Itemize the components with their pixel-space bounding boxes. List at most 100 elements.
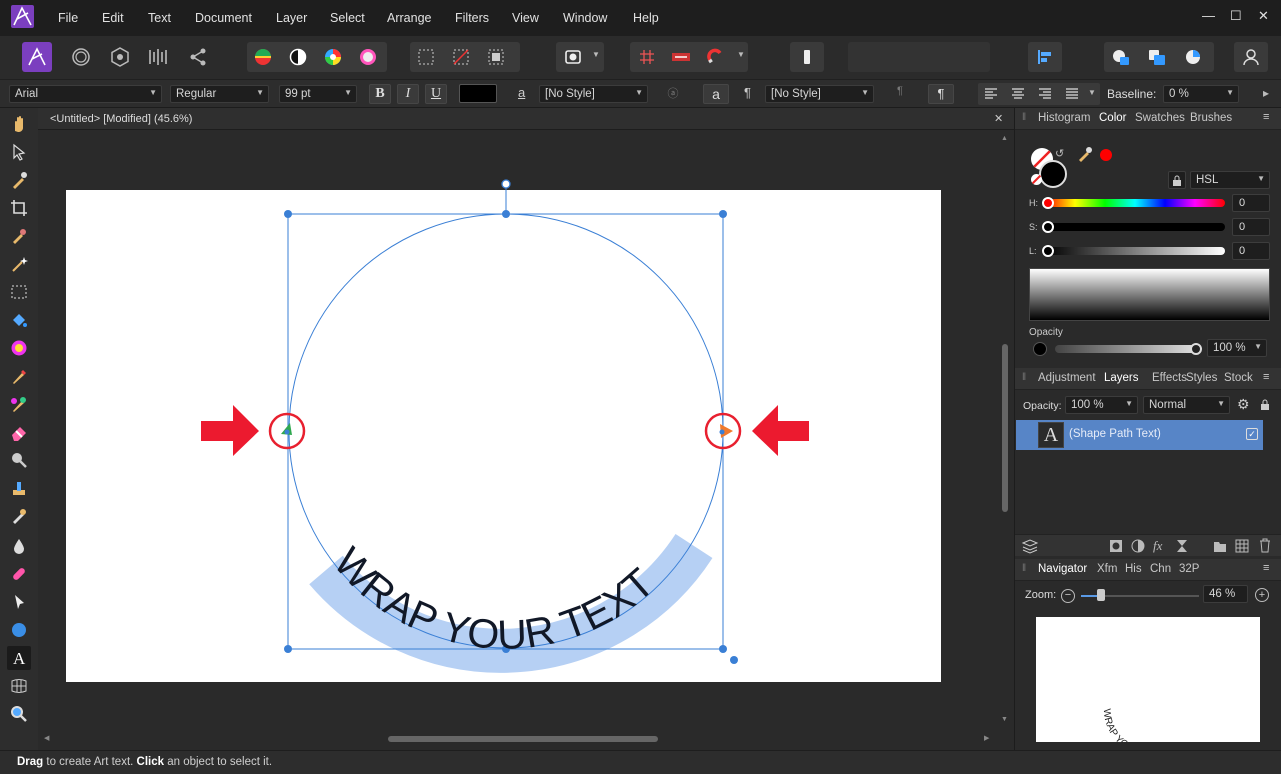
blend-mode-select[interactable]: Normal ▼ [1143,396,1230,414]
minimize-button[interactable]: — [1202,8,1215,23]
layer-settings-icon[interactable]: ⚙ [1237,396,1250,413]
boolean-subtract-icon[interactable] [1142,42,1172,72]
left-arrow-icon [752,405,809,456]
text-end-node [719,429,725,435]
picked-color-swatch[interactable] [1100,149,1112,161]
opacity-color-swatch [1033,342,1047,356]
add-pixel-layer-icon[interactable] [1235,539,1249,553]
align-right-icon[interactable] [1038,87,1052,101]
layer-opacity-input[interactable]: 100 % ▼ [1065,396,1138,414]
color-model-select[interactable]: HSL ▼ [1190,171,1270,189]
tab-stock[interactable]: Stock [1224,372,1253,384]
right-arrow-icon [201,405,259,456]
handle-top-right[interactable] [719,210,727,218]
scroll-up-icon[interactable]: ▲ [1001,135,1008,142]
navigator-preview-text-content: WRAP YOUR TEXT [1101,708,1168,758]
opacity-input[interactable]: 100 % ▼ [1207,339,1267,357]
user-icon[interactable] [1236,42,1266,72]
boolean-add-icon[interactable] [1106,42,1136,72]
layers-stack-icon[interactable] [1021,538,1039,554]
layer-visibility-checkbox[interactable]: ✓ [1246,428,1258,440]
panel-grip-icon: ‖ [1022,112,1027,123]
panel-menu-icon[interactable]: ≡ [1263,111,1269,123]
hue-value[interactable]: 0 [1232,194,1270,212]
opacity-slider-thumb[interactable] [1190,343,1202,355]
tab-swatches[interactable]: Swatches [1135,112,1185,124]
tab-adjustment[interactable]: Adjustment [1038,372,1096,384]
boolean-intersect-icon[interactable] [1178,42,1208,72]
tab-layers[interactable]: Layers [1104,372,1139,384]
vertical-scrollbar[interactable]: ▲ ▼ [1001,134,1009,734]
more-options-icon[interactable]: ▸ [1263,86,1269,100]
horizontal-scrollbar[interactable]: ◀ ▶ [44,734,994,744]
delete-layer-icon[interactable] [1258,538,1272,553]
scroll-down-icon[interactable]: ▼ [1001,716,1008,723]
alignment-dropdown-icon[interactable]: ▼ [1088,88,1096,97]
panel-menu-icon[interactable]: ≡ [1263,371,1269,383]
color-spectrum[interactable] [1029,268,1270,321]
zoom-slider-thumb[interactable] [1097,589,1105,601]
handle-top-left[interactable] [284,210,292,218]
mask-layer-icon[interactable] [1109,539,1123,553]
lightness-slider[interactable] [1045,247,1225,255]
tab-styles[interactable]: Styles [1186,372,1217,384]
tab-32bit-preview[interactable]: 32P [1179,563,1199,575]
saturation-slider-thumb[interactable] [1042,221,1054,233]
baseline-label: Baseline: [1107,87,1157,101]
panel-menu-icon[interactable]: ≡ [1263,562,1269,574]
lock-icon[interactable] [1168,171,1186,189]
tab-histogram[interactable]: Histogram [1038,112,1090,124]
tab-brushes[interactable]: Brushes [1190,112,1232,124]
layers-footer: fx [1015,534,1281,556]
horizontal-scroll-thumb[interactable] [388,736,658,742]
navigator-preview-art: WRAP YOUR TEXT [1101,708,1168,758]
zoom-out-button[interactable]: − [1061,589,1075,603]
tab-effects[interactable]: Effects [1152,372,1187,384]
right-studio-panel: ‖ Histogram Color Swatches Brushes ≡ ↺ H… [1014,108,1281,758]
opacity-slider[interactable] [1055,345,1195,353]
scroll-left-icon[interactable]: ◀ [44,734,49,742]
live-filter-icon[interactable] [1175,539,1189,553]
status-click: Click [136,756,165,768]
color-picker-icon[interactable] [1077,146,1093,162]
maximize-button[interactable]: ☐ [1230,8,1242,24]
baseline-input[interactable]: 0 % ▼ [1163,85,1239,103]
tab-transform[interactable]: Xfm [1097,563,1117,575]
navigator-preview-text: WRAP YOUR TEXT [1101,708,1168,742]
rotation-handle[interactable] [501,179,511,189]
navigator-preview[interactable]: WRAP YOUR TEXT [1036,617,1260,758]
align-icon[interactable] [1030,42,1060,72]
hue-slider[interactable] [1045,199,1225,207]
tab-channels[interactable]: Chn [1150,563,1171,575]
saturation-slider[interactable] [1045,223,1225,231]
lock-layer-icon[interactable] [1260,399,1270,411]
handle-top[interactable] [502,210,510,218]
navigator-panel-header: ‖ Navigator Xfm His Chn 32P ≡ [1015,559,1281,581]
tab-color[interactable]: Color [1099,112,1126,124]
handle-bottom-right[interactable] [719,645,727,653]
tab-navigator[interactable]: Navigator [1038,563,1087,575]
group-layers-icon[interactable] [1213,539,1227,553]
layer-name[interactable]: (Shape Path Text) [1069,428,1161,440]
justify-icon[interactable] [1065,87,1079,101]
no-fill-icon[interactable] [1031,174,1042,185]
zoom-input[interactable]: 46 % [1203,585,1248,603]
layer-row[interactable]: A (Shape Path Text) ✓ [1016,420,1263,450]
zoom-value: 46 % [1209,588,1236,600]
saturation-value[interactable]: 0 [1232,218,1270,236]
scroll-right-icon[interactable]: ▶ [984,734,989,742]
handle-extra[interactable] [730,656,738,664]
lightness-value[interactable]: 0 [1232,242,1270,260]
close-window-button[interactable]: ✕ [1258,8,1269,24]
primary-color-well[interactable] [1039,160,1067,188]
adjustment-layer-icon[interactable] [1131,539,1145,553]
hue-slider-thumb[interactable] [1042,197,1054,209]
fx-icon[interactable]: fx [1153,538,1162,554]
handle-bottom-left[interactable] [284,645,292,653]
swap-colors-icon[interactable]: ↺ [1055,147,1064,160]
zoom-in-button[interactable]: + [1255,588,1269,602]
lightness-slider-thumb[interactable] [1042,245,1054,257]
vertical-scroll-thumb[interactable] [1002,344,1008,512]
canvas-overlay: WRAP YOUR TEXT [201,179,809,673]
tab-history[interactable]: His [1125,563,1142,575]
